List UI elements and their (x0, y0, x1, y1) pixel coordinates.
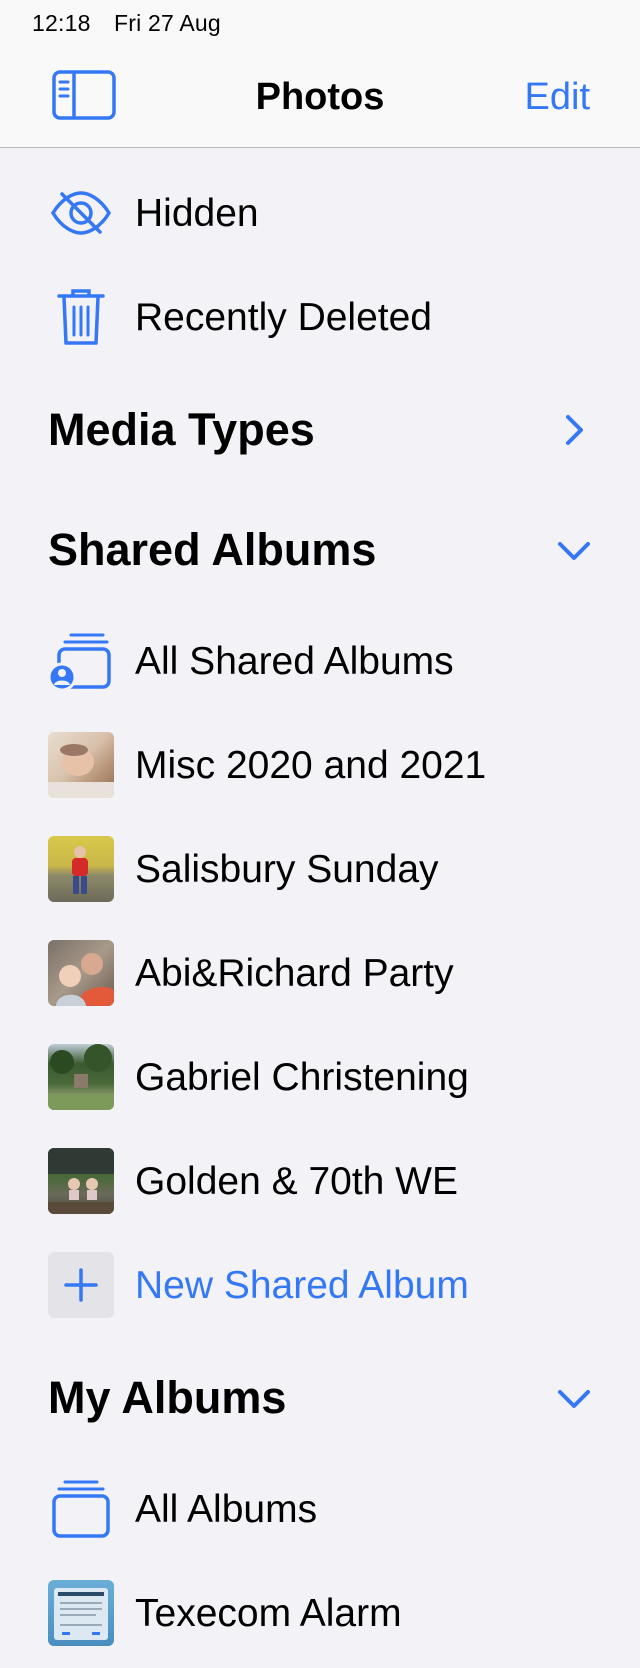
hidden-label: Hidden (135, 192, 259, 235)
section-title: Media Types (48, 404, 315, 455)
list-item-all-shared-albums[interactable]: All Shared Albums (0, 616, 640, 706)
texecom-alarm-label: Texecom Alarm (135, 1592, 402, 1635)
list-item-hidden[interactable]: Hidden (0, 168, 640, 258)
plus-icon (48, 1252, 114, 1318)
eye-slash-icon (48, 180, 114, 246)
new-shared-album-button[interactable]: New Shared Album (0, 1240, 640, 1330)
edit-button[interactable]: Edit (525, 76, 590, 119)
recently-deleted-label: Recently Deleted (135, 296, 432, 339)
status-date: Fri 27 Aug (114, 10, 221, 36)
golden-70th-label: Golden & 70th WE (135, 1160, 459, 1203)
chevron-down-icon (556, 532, 592, 568)
album-thumbnail (48, 732, 114, 798)
gabriel-christening-label: Gabriel Christening (135, 1056, 469, 1099)
status-time: 12:18 (32, 10, 91, 36)
status-bar: 12:18 Fri 27 Aug (0, 0, 640, 48)
list-item-texecom-alarm[interactable]: Texecom Alarm (0, 1568, 640, 1658)
list-item-salisbury-sunday[interactable]: Salisbury Sunday (0, 824, 640, 914)
list-item-abi-richard-party[interactable]: Abi&Richard Party (0, 928, 640, 1018)
album-thumbnail (48, 940, 114, 1006)
new-shared-album-label: New Shared Album (135, 1264, 469, 1307)
list-item-misc-2020-and-2021[interactable]: Misc 2020 and 2021 (0, 720, 640, 810)
all-albums-label: All Albums (135, 1488, 318, 1531)
section-title: Shared Albums (48, 524, 377, 575)
chevron-down-icon (556, 1380, 592, 1416)
album-thumbnail (48, 836, 114, 902)
albums-stack-icon (48, 1476, 114, 1542)
album-thumbnail (48, 1148, 114, 1214)
navigation-bar: Photos Edit (0, 48, 640, 148)
all-shared-albums-label: All Shared Albums (135, 640, 454, 683)
section-media-types[interactable]: Media Types (0, 394, 640, 464)
abi-richard-party-label: Abi&Richard Party (135, 952, 454, 995)
list-item-all-albums[interactable]: All Albums (0, 1464, 640, 1554)
album-thumbnail (48, 1044, 114, 1110)
list-item-golden-70th-we[interactable]: Golden & 70th WE (0, 1136, 640, 1226)
chevron-right-icon (556, 412, 592, 448)
album-thumbnail (48, 1580, 114, 1646)
shared-albums-icon (48, 628, 114, 694)
misc-album-label: Misc 2020 and 2021 (135, 744, 487, 787)
salisbury-sunday-label: Salisbury Sunday (135, 848, 439, 891)
list-item-recently-deleted[interactable]: Recently Deleted (0, 272, 640, 362)
section-my-albums[interactable]: My Albums (0, 1362, 640, 1432)
section-shared-albums[interactable]: Shared Albums (0, 514, 640, 584)
list-item-gabriel-christening[interactable]: Gabriel Christening (0, 1032, 640, 1122)
section-title: My Albums (48, 1372, 287, 1423)
trash-icon (48, 284, 114, 350)
